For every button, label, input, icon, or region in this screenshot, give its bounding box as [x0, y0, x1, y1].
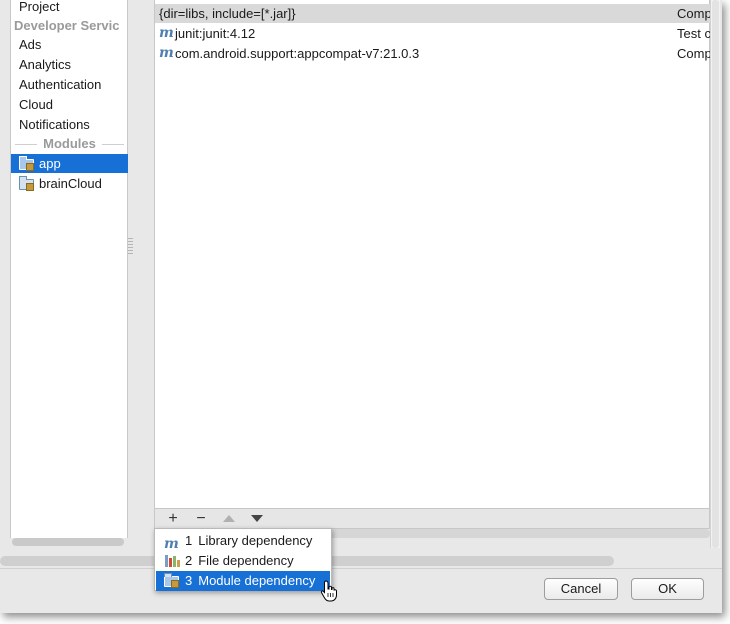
menu-item-number: 2 — [185, 553, 193, 568]
sidebar-item-module-braincloud[interactable]: brainCloud — [11, 174, 128, 193]
maven-m-icon: m — [164, 536, 179, 552]
dependencies-table: {dir=libs, include=[*.jar]} Comp m junit… — [154, 0, 712, 509]
vertical-scrollbar[interactable] — [710, 0, 720, 548]
minus-icon: − — [196, 509, 206, 527]
remove-dependency-button[interactable]: − — [187, 510, 215, 528]
module-label: app — [39, 156, 61, 171]
dependency-name: {dir=libs, include=[*.jar]} — [159, 6, 296, 21]
table-row[interactable]: {dir=libs, include=[*.jar]} Comp — [155, 4, 712, 23]
dependency-name: com.android.support:appcompat-v7:21.0.3 — [175, 46, 420, 61]
cancel-button[interactable]: Cancel — [544, 578, 618, 600]
hand-cursor-icon — [320, 580, 337, 602]
sidebar-item-module-app[interactable]: app — [11, 154, 128, 173]
sidebar-item-project[interactable]: Project — [19, 0, 59, 17]
menu-item-module-dependency[interactable]: 3 Module dependency — [156, 571, 330, 591]
sidebar-item-authentication[interactable]: Authentication — [19, 75, 101, 95]
developer-services-header: Developer Servic — [14, 18, 120, 33]
ok-button[interactable]: OK — [631, 578, 704, 600]
dependency-name: junit:junit:4.12 — [175, 26, 256, 41]
divider — [0, 568, 722, 569]
menu-item-library-dependency[interactable]: m 1 Library dependency — [156, 531, 330, 552]
modules-header: Modules — [11, 135, 128, 153]
sidebar-item-notifications[interactable]: Notifications — [19, 115, 90, 135]
sidebar-item-cloud[interactable]: Cloud — [19, 95, 53, 115]
move-up-button[interactable] — [215, 510, 243, 528]
table-horizontal-scrollbar[interactable] — [320, 529, 710, 538]
menu-item-file-dependency[interactable]: 2 File dependency — [156, 551, 330, 571]
sidebar: Project Developer Servic Ads Analytics A… — [10, 0, 128, 538]
menu-item-number: 3 — [185, 573, 193, 588]
add-dependency-button[interactable]: + — [159, 510, 187, 528]
vertical-scrollbar-thumb[interactable] — [712, 0, 719, 548]
sidebar-item-analytics[interactable]: Analytics — [19, 55, 71, 75]
module-folder-icon — [19, 175, 35, 191]
table-row[interactable]: m com.android.support:appcompat-v7:21.0.… — [155, 44, 712, 63]
module-folder-icon — [164, 573, 181, 588]
menu-item-label: Library dependency — [198, 533, 313, 548]
menu-item-number: 1 — [185, 533, 193, 548]
dependencies-toolbar: + − — [154, 509, 710, 529]
arrow-up-icon — [223, 515, 235, 522]
dependency-name-wrap: m com.android.support:appcompat-v7:21.0.… — [159, 44, 419, 63]
dependency-scope[interactable]: Test c — [677, 24, 711, 43]
menu-item-label: File dependency — [198, 553, 294, 568]
add-dependency-menu: m 1 Library dependency 2 File dependency… — [154, 528, 332, 591]
dependency-scope[interactable]: Comp — [677, 44, 712, 63]
dependency-name-wrap: m junit:junit:4.12 — [159, 24, 255, 43]
move-down-button[interactable] — [243, 510, 271, 528]
maven-m-icon: m — [159, 25, 174, 41]
sidebar-item-ads[interactable]: Ads — [19, 35, 41, 55]
dependency-scope[interactable]: Comp — [677, 4, 712, 23]
menu-item-label: Module dependency — [198, 573, 316, 588]
modules-header-label: Modules — [43, 136, 96, 151]
file-bars-icon — [164, 554, 181, 568]
maven-m-icon: m — [159, 45, 174, 61]
module-label: brainCloud — [39, 176, 102, 191]
splitter-grip[interactable] — [128, 238, 133, 254]
table-row[interactable]: m junit:junit:4.12 Test c — [155, 24, 711, 43]
arrow-down-icon — [251, 515, 263, 522]
sidebar-horizontal-scrollbar[interactable] — [12, 538, 124, 546]
project-structure-dialog: Project Developer Servic Ads Analytics A… — [0, 0, 722, 613]
module-folder-icon — [19, 155, 35, 171]
plus-icon: + — [168, 509, 178, 527]
